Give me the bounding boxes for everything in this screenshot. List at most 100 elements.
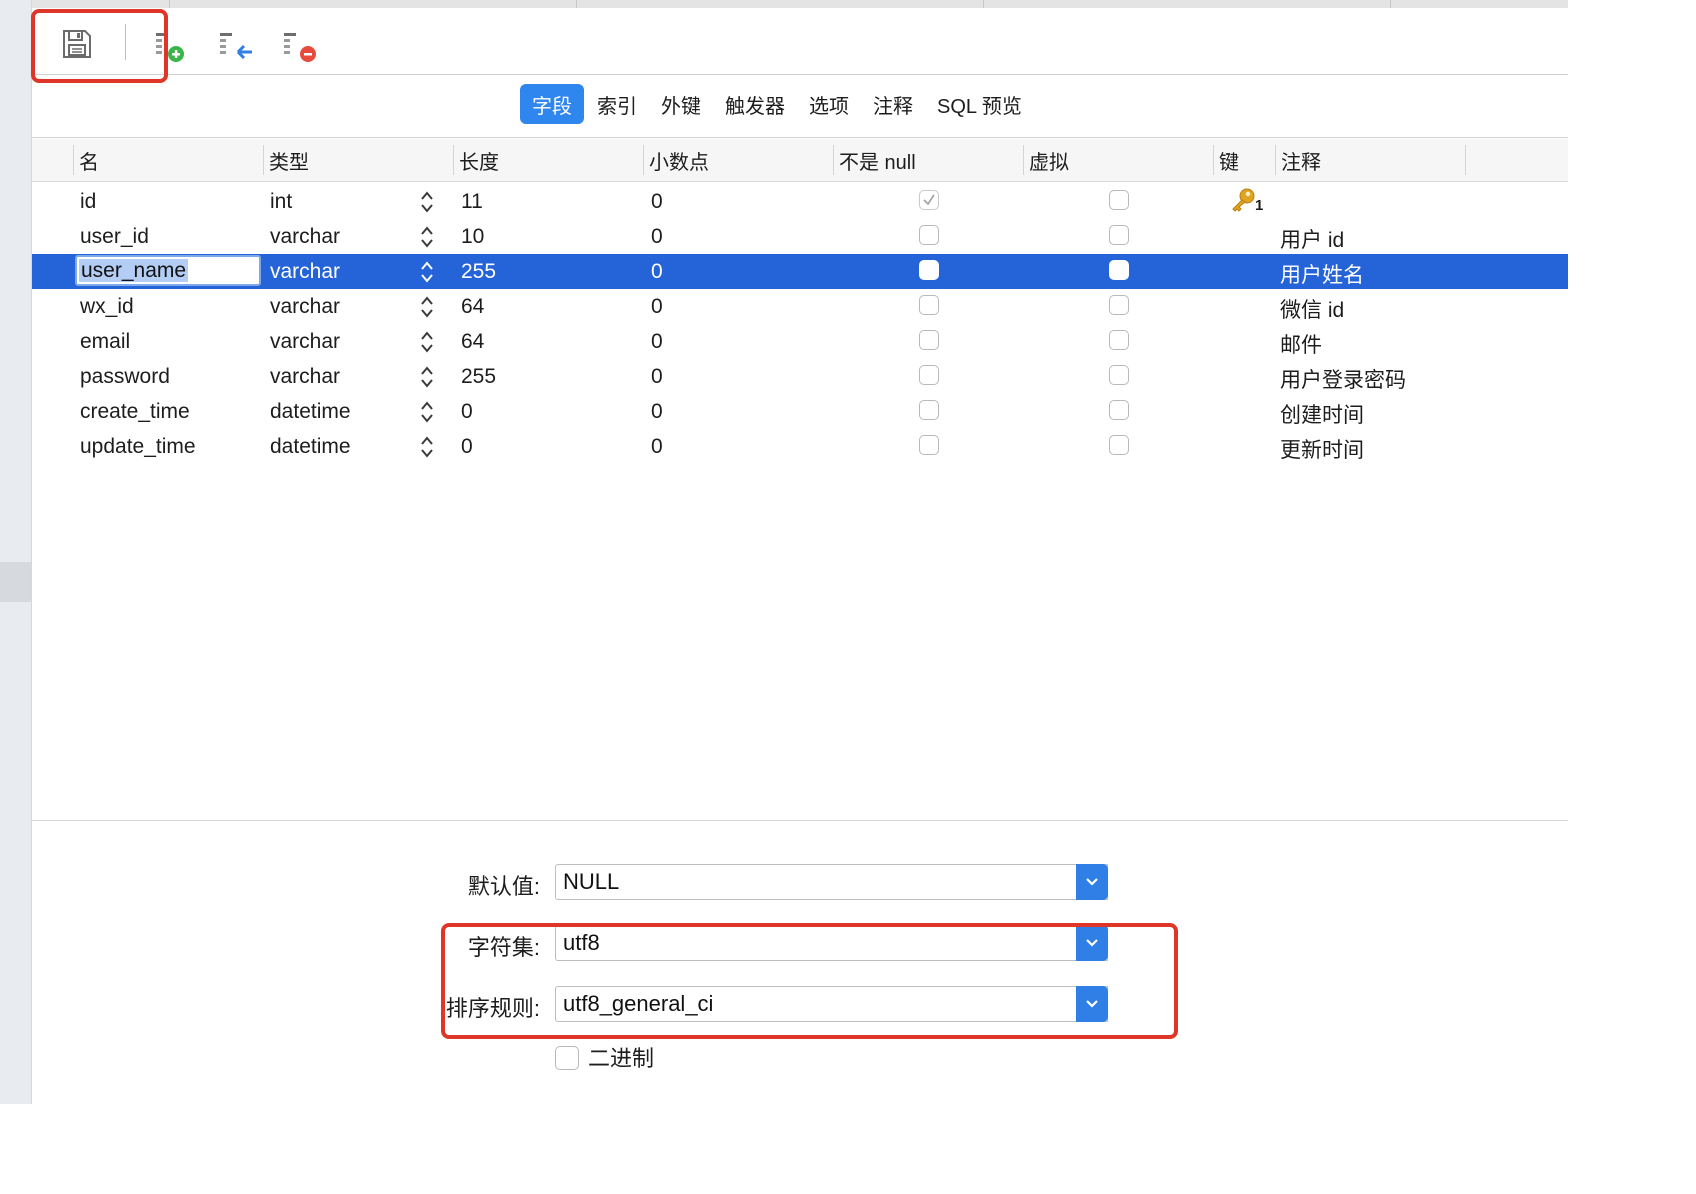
virtual-checkbox[interactable] [1109,365,1129,385]
column-header-comment[interactable]: 注释 [1275,139,1465,181]
type-stepper-icon[interactable] [419,224,435,250]
field-name-editor[interactable]: user_name [75,255,261,286]
tab-separator [169,0,170,8]
charset-combo[interactable]: utf8 [555,925,1108,961]
field-name[interactable]: create_time [80,394,190,429]
field-name[interactable]: email [80,324,130,359]
field-decimals[interactable]: 0 [651,429,663,464]
virtual-checkbox[interactable] [1109,260,1129,280]
virtual-checkbox[interactable] [1109,190,1129,210]
not-null-checkbox[interactable] [919,365,939,385]
table-row[interactable]: password varchar 255 0 用户登录密码 [32,359,1568,394]
not-null-checkbox[interactable] [919,295,939,315]
column-header-not-null[interactable]: 不是 null [833,139,1023,181]
tab-sql-preview[interactable]: SQL 预览 [925,84,1034,124]
binary-label: 二进制 [588,1046,655,1071]
field-decimals[interactable]: 0 [651,219,663,254]
virtual-checkbox[interactable] [1109,225,1129,245]
field-type[interactable]: datetime [270,394,351,429]
type-stepper-icon[interactable] [419,329,435,355]
not-null-checkbox[interactable] [919,435,939,455]
column-header-name[interactable]: 名 [73,139,263,181]
tab-triggers[interactable]: 触发器 [713,84,797,124]
add-field-button[interactable] [150,26,190,66]
field-comment[interactable]: 用户登录密码 [1280,361,1406,396]
column-header-length[interactable]: 长度 [453,139,643,181]
field-decimals[interactable]: 0 [651,254,663,289]
column-header-key[interactable]: 键 [1213,139,1275,181]
not-null-checkbox[interactable] [919,225,939,245]
field-type[interactable]: datetime [270,429,351,464]
tab-comment[interactable]: 注释 [861,84,925,124]
table-row[interactable]: email varchar 64 0 邮件 [32,324,1568,359]
field-decimals[interactable]: 0 [651,359,663,394]
binary-checkbox[interactable] [555,1046,579,1070]
field-length[interactable]: 11 [461,184,483,219]
table-row[interactable]: user_id varchar 10 0 用户 id [32,219,1568,254]
type-stepper-icon[interactable] [419,294,435,320]
field-type[interactable]: int [270,184,292,219]
field-length[interactable]: 10 [461,219,484,254]
field-name[interactable]: id [80,184,96,219]
field-type[interactable]: varchar [270,289,340,324]
field-name[interactable]: wx_id [80,289,134,324]
field-type[interactable]: varchar [270,219,340,254]
field-type[interactable]: varchar [270,254,340,289]
delete-field-button[interactable] [280,26,320,66]
tab-foreign-keys[interactable]: 外键 [649,84,713,124]
field-decimals[interactable]: 0 [651,394,663,429]
type-stepper-icon[interactable] [419,434,435,460]
type-stepper-icon[interactable] [419,399,435,425]
default-value-combo[interactable]: NULL [555,864,1108,900]
collation-dropdown-button[interactable] [1076,986,1108,1022]
not-null-checkbox[interactable] [919,330,939,350]
field-comment[interactable]: 创建时间 [1280,396,1364,431]
charset-text: utf8 [563,930,600,955]
save-button[interactable] [57,24,97,64]
type-stepper-icon[interactable] [419,364,435,390]
tab-indexes[interactable]: 索引 [585,84,649,124]
column-header-decimals[interactable]: 小数点 [643,139,833,181]
field-decimals[interactable]: 0 [651,289,663,324]
not-null-checkbox[interactable] [919,260,939,280]
field-type[interactable]: varchar [270,359,340,394]
field-length[interactable]: 64 [461,324,484,359]
type-stepper-icon[interactable] [419,189,435,215]
table-row[interactable]: id int 11 0 1 [32,184,1568,219]
field-comment[interactable]: 邮件 [1280,326,1322,361]
field-type[interactable]: varchar [270,324,340,359]
field-decimals[interactable]: 0 [651,184,663,219]
field-length[interactable]: 0 [461,394,473,429]
column-header-type[interactable]: 类型 [263,139,453,181]
field-comment[interactable]: 用户 id [1280,221,1344,256]
field-length[interactable]: 0 [461,429,473,464]
type-stepper-icon[interactable] [419,259,435,285]
field-comment[interactable]: 用户姓名 [1280,256,1364,291]
field-length[interactable]: 255 [461,254,496,289]
table-row[interactable]: wx_id varchar 64 0 微信 id [32,289,1568,324]
virtual-checkbox[interactable] [1109,295,1129,315]
field-decimals[interactable]: 0 [651,324,663,359]
column-header-virtual[interactable]: 虚拟 [1023,139,1213,181]
table-row[interactable]: update_time datetime 0 0 更新时间 [32,429,1568,464]
charset-dropdown-button[interactable] [1076,925,1108,961]
field-comment[interactable]: 更新时间 [1280,431,1364,466]
field-name[interactable]: update_time [80,429,196,464]
field-length[interactable]: 255 [461,359,496,394]
field-name[interactable]: user_id [80,219,149,254]
not-null-checkbox[interactable] [919,400,939,420]
virtual-checkbox[interactable] [1109,330,1129,350]
default-value-dropdown-button[interactable] [1076,864,1108,900]
virtual-checkbox[interactable] [1109,400,1129,420]
virtual-checkbox[interactable] [1109,435,1129,455]
field-name[interactable]: password [80,359,170,394]
insert-field-button[interactable] [216,26,256,66]
tab-fields[interactable]: 字段 [520,84,584,124]
table-row[interactable]: create_time datetime 0 0 创建时间 [32,394,1568,429]
not-null-checkbox[interactable] [919,190,939,210]
tab-options[interactable]: 选项 [797,84,861,124]
field-comment[interactable]: 微信 id [1280,291,1344,326]
table-row-selected[interactable]: user_name varchar 255 0 用户姓名 [32,254,1568,289]
field-length[interactable]: 64 [461,289,484,324]
collation-combo[interactable]: utf8_general_ci [555,986,1108,1022]
